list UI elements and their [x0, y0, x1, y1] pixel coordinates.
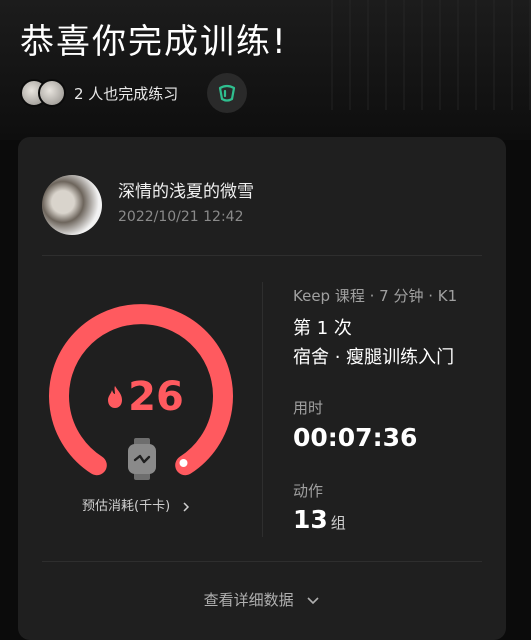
workout-timestamp: 2022/10/21 12:42 [118, 209, 244, 225]
calorie-value: 26 [128, 374, 184, 420]
divider [262, 282, 263, 537]
user-name: 深情的浅夏的微雪 [118, 182, 254, 202]
actions-label: 动作 [293, 482, 324, 500]
chevron-right-icon [183, 501, 190, 512]
duration-value: 00:07:36 [293, 423, 418, 452]
header-background-pattern [331, 0, 531, 110]
actions-count: 13 组 [293, 505, 346, 534]
divider [42, 561, 482, 562]
chevron-down-icon [307, 596, 319, 604]
calorie-readout: 26 [100, 374, 190, 420]
duration-label: 用时 [293, 399, 324, 417]
view-detail-data-button[interactable]: 查看详细数据 [18, 589, 506, 610]
course-name: 宿舍 · 瘦腿训练入门 [293, 347, 455, 368]
user-avatar[interactable] [42, 175, 102, 235]
watch-icon [128, 438, 156, 480]
workout-summary-card: 深情的浅夏的微雪 2022/10/21 12:42 26 预估消耗(千卡) Ke… [18, 137, 506, 640]
flame-icon [108, 386, 123, 408]
course-meta: Keep 课程 · 7 分钟 · K1 [293, 287, 458, 305]
peers-count-text: 2 人也完成练习 [74, 84, 179, 103]
session-count: 第 1 次 [293, 318, 352, 339]
actions-value: 13 [293, 505, 328, 534]
view-detail-label: 查看详细数据 [203, 591, 294, 609]
actions-unit: 组 [330, 514, 346, 532]
calorie-estimate-link[interactable]: 预估消耗(千卡) [82, 495, 192, 514]
divider [42, 255, 482, 256]
gauge-end-marker [179, 459, 188, 467]
cheer-button[interactable] [207, 73, 247, 113]
peer-avatar [38, 79, 66, 107]
cheer-icon [218, 84, 236, 102]
page-title: 恭喜你完成训练! [20, 22, 288, 62]
calorie-estimate-label: 预估消耗(千卡) [82, 499, 171, 514]
peers-row[interactable]: 2 人也完成练习 [20, 76, 178, 110]
